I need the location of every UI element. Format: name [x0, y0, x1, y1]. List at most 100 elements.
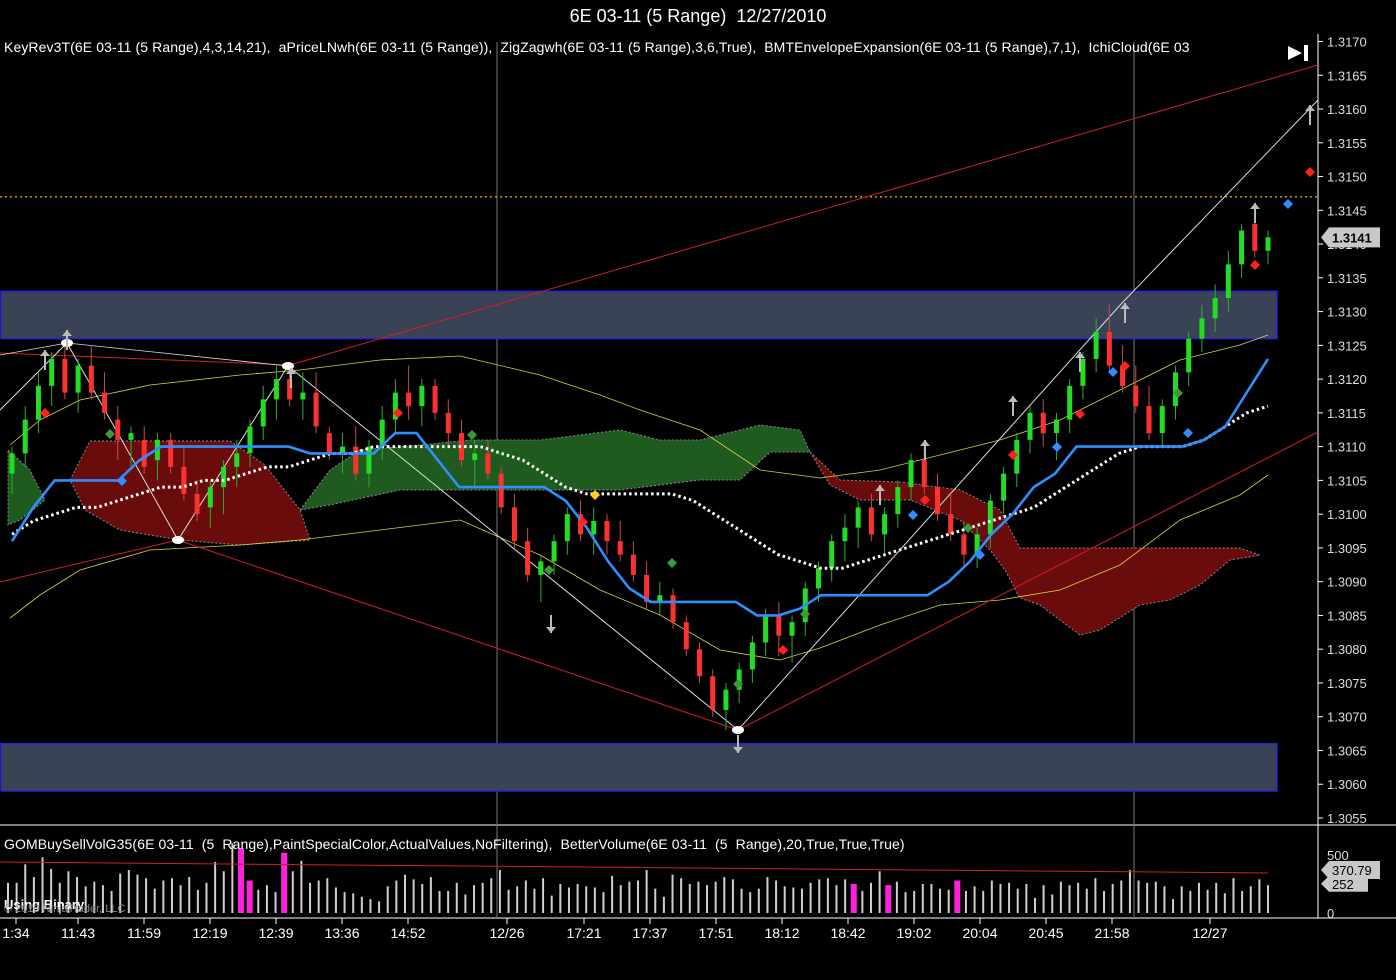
candle-body: [221, 466, 227, 488]
candle-body: [710, 676, 716, 710]
volume-bar: [473, 885, 476, 913]
signal-diamond-marker: [40, 408, 50, 418]
volume-bar: [326, 878, 329, 913]
candle-body: [1146, 406, 1152, 434]
volume-bar: [481, 882, 484, 913]
time-tick-label: 17:51: [698, 925, 733, 941]
volume-bar: [360, 896, 363, 913]
time-tick-label: 17:21: [566, 925, 601, 941]
volume-bar: [731, 879, 734, 913]
candle-body: [895, 487, 901, 515]
candle-body: [789, 622, 795, 636]
indicator-legend-bottom: GOMBuySellVolG35(6E 03-11 (5 Range),Pain…: [4, 836, 905, 852]
volume-bar: [939, 888, 942, 913]
volume-bar: [850, 884, 857, 913]
up-arrow-marker: [1008, 396, 1018, 402]
price-tick-label: 1.3125: [1327, 338, 1367, 353]
time-tick-label: 18:12: [764, 925, 799, 941]
candle-body: [723, 689, 729, 710]
volume-bar: [421, 884, 424, 913]
down-arrow-marker: [546, 627, 556, 633]
support-resistance-zone: [0, 290, 1278, 340]
candle-body: [617, 541, 623, 555]
volume-bar: [542, 878, 545, 913]
price-tick-label: 1.3155: [1327, 136, 1367, 151]
volume-bar: [1180, 886, 1183, 913]
candle-body: [1001, 473, 1007, 501]
candle-body: [366, 446, 372, 474]
candle-body: [961, 534, 967, 555]
volume-bar: [317, 880, 320, 913]
candle-body: [551, 541, 557, 562]
time-tick-label: 18:42: [830, 925, 865, 941]
volume-bar: [403, 874, 406, 913]
signal-diamond-marker: [1250, 260, 1260, 270]
candle-body: [353, 446, 359, 474]
volume-bar: [913, 890, 916, 913]
candle-body: [868, 507, 874, 535]
volume-bar: [645, 870, 648, 913]
volume-bar: [179, 885, 182, 913]
volume-bar: [818, 879, 821, 913]
price-tick-label: 1.3120: [1327, 372, 1367, 387]
time-tick-label: 12/26: [489, 925, 524, 941]
volume-bar: [1111, 884, 1114, 913]
time-tick-label: 12:39: [258, 925, 293, 941]
volume-average-line: [0, 861, 1269, 874]
volume-bar: [1077, 882, 1080, 913]
volume-bar: [300, 860, 303, 913]
candle-body: [22, 419, 28, 454]
volume-bar: [637, 880, 639, 913]
candle-body: [1199, 318, 1205, 339]
price-tick-label: 1.3160: [1327, 102, 1367, 117]
volume-bar: [1094, 878, 1097, 913]
candle-body: [1133, 385, 1139, 407]
volume-bar: [334, 887, 337, 913]
candle-body: [313, 392, 319, 427]
volume-bar: [1172, 899, 1175, 913]
candle-body: [485, 453, 491, 474]
volume-bar: [1267, 885, 1269, 913]
candle-body: [538, 561, 544, 575]
swing-point-marker: [732, 726, 744, 734]
price-tick-label: 1.3115: [1327, 406, 1366, 421]
candle-body: [128, 433, 134, 440]
signal-diamond-marker: [544, 565, 554, 575]
price-chart[interactable]: 1.3170 1.3165 1.3160 1.3155 1.3150 1.3145 1.31…: [0, 0, 1396, 980]
swing-point-marker: [172, 536, 184, 544]
price-tick-label: 1.3110: [1327, 440, 1366, 455]
time-tick-label: 21:58: [1094, 925, 1129, 941]
price-tick-label: 1.3055: [1327, 811, 1367, 826]
volume-bar: [749, 892, 752, 913]
volume-bar: [1232, 878, 1235, 913]
time-tick-label: 11:59: [127, 925, 161, 941]
volume-bar: [999, 884, 1002, 913]
candle-body: [815, 568, 821, 589]
volume-bar: [170, 878, 173, 913]
volume-bar: [982, 890, 985, 913]
price-tick-label: 1.3060: [1327, 777, 1367, 792]
skip-forward-icon[interactable]: [1286, 42, 1312, 64]
volume-bar: [930, 884, 933, 913]
candle-body: [1252, 223, 1258, 251]
candle-body: [511, 507, 517, 542]
volume-bar: [127, 870, 130, 913]
volume-bar: [291, 871, 294, 913]
volume-bar: [1103, 890, 1106, 913]
volume-bar: [757, 888, 760, 913]
volume-bar: [516, 886, 519, 913]
volume-bar: [378, 901, 381, 913]
volume-bar: [723, 877, 726, 913]
candle-body: [829, 541, 835, 569]
candle-body: [168, 439, 174, 467]
candle-body: [1027, 412, 1033, 440]
time-tick-label: 12:19: [192, 925, 227, 941]
price-tick-label: 1.3145: [1327, 203, 1367, 218]
volume-bar: [1085, 888, 1088, 913]
candle-body: [683, 622, 689, 650]
volume-bar: [576, 884, 579, 913]
candle-body: [207, 487, 213, 508]
volume-bar: [369, 899, 372, 913]
candle-body: [102, 392, 108, 413]
volume-bar: [885, 885, 892, 913]
